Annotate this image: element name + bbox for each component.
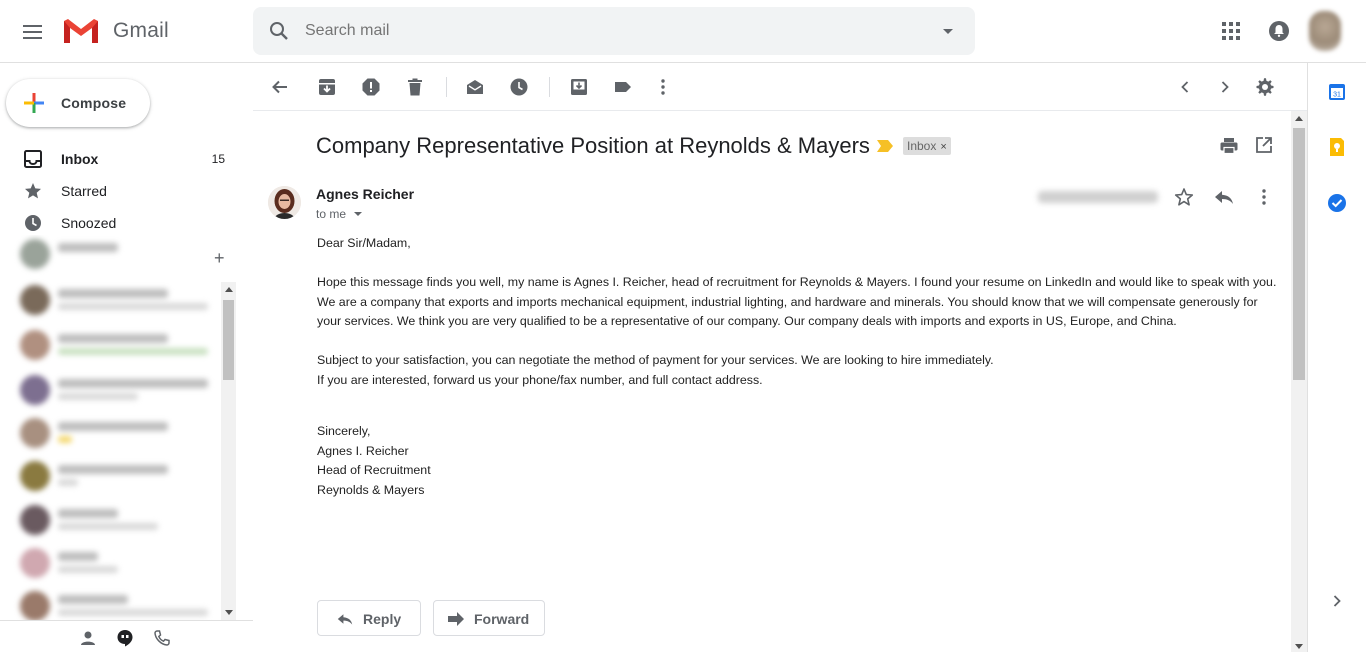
older-message-chevron-left-icon[interactable] [1175,77,1195,97]
email-signature-line: Sincerely, [317,424,371,438]
keep-notes-icon[interactable] [1327,137,1347,157]
sender-photo-icon [268,186,301,219]
gmail-logo-icon[interactable] [62,17,100,45]
email-greeting: Dear Sir/Madam, [317,236,411,250]
message-toolbar [253,63,1307,111]
search-bar[interactable] [253,7,975,55]
search-icon[interactable] [267,19,291,43]
account-avatar[interactable] [1309,11,1341,51]
email-paragraph: Hope this message finds you well, my nam… [317,275,1277,328]
label-tag-icon[interactable] [613,77,633,97]
main-menu-button[interactable] [21,20,45,44]
sidebar-item-label: Snoozed [61,215,117,231]
scroll-down-arrow-icon[interactable] [1295,644,1303,649]
label-chip-inbox[interactable]: Inbox × [903,137,951,155]
side-panel: 31 [1307,63,1366,652]
delete-trash-icon[interactable] [405,77,425,97]
contact-row[interactable] [20,283,220,323]
recipient-summary: to me [316,207,347,221]
email-signature-line: Agnes I. Reicher [317,443,409,458]
forward-button-label: Forward [474,611,530,627]
reply-arrow-icon[interactable] [1213,187,1235,207]
message-date [1038,191,1158,203]
archive-icon[interactable] [317,77,337,97]
snooze-clock-icon[interactable] [509,77,529,97]
scroll-up-arrow-icon[interactable] [225,287,233,292]
contact-row[interactable] [20,416,220,456]
message-more-options-icon[interactable] [1254,187,1274,207]
sender-name[interactable]: Agnes Reicher [316,186,414,202]
contact-row[interactable] [20,373,220,413]
reply-icon [337,614,353,625]
more-options-icon[interactable] [653,77,673,97]
hangouts-contacts-list [0,235,236,620]
star-icon [25,183,41,199]
apps-grid-icon[interactable] [1220,20,1242,42]
email-subject: Company Representative Position at Reyno… [316,133,870,158]
move-to-icon[interactable] [569,77,589,97]
contacts-scrollbar[interactable] [221,282,236,620]
scroll-up-arrow-icon[interactable] [1295,116,1303,121]
search-input[interactable] [305,19,905,43]
print-icon[interactable] [1219,136,1239,156]
newer-message-chevron-right-icon[interactable] [1215,77,1235,97]
sender-avatar[interactable] [268,186,301,219]
email-paragraph: If you are interested, forward us your p… [317,372,763,387]
sidebar-item-label: Starred [61,183,107,199]
reply-button[interactable]: Reply [317,600,421,636]
scroll-thumb[interactable] [1293,128,1305,380]
scroll-down-arrow-icon[interactable] [225,610,233,615]
hangouts-icon[interactable] [116,629,134,647]
email-paragraph: Subject to your satisfaction, you can ne… [317,353,994,367]
email-signature-line: Reynolds & Mayers [317,482,425,497]
message-scrollbar[interactable] [1291,111,1307,652]
expand-panel-chevron-icon[interactable] [1327,591,1347,611]
toolbar-divider [446,77,447,97]
contacts-icon[interactable] [79,629,97,647]
svg-text:31: 31 [1333,92,1341,99]
top-bar: Gmail [0,0,1366,63]
mark-as-unread-icon[interactable] [465,77,485,97]
plus-icon [24,93,44,113]
reply-button-label: Reply [363,611,402,627]
app-name[interactable]: Gmail [113,19,169,43]
show-details-icon[interactable] [354,212,362,216]
notifications-icon[interactable] [1267,19,1291,43]
back-arrow-icon[interactable] [270,77,290,97]
tasks-icon[interactable] [1327,193,1347,213]
email-signature-line: Head of Recruitment [317,463,431,477]
open-in-new-window-icon[interactable] [1255,136,1273,154]
new-conversation-icon[interactable]: + [214,248,225,269]
scroll-thumb[interactable] [223,300,234,380]
compose-button[interactable]: Compose [6,79,150,127]
forward-icon [448,612,464,626]
contact-row[interactable] [20,459,220,499]
sidebar-item-starred[interactable]: Starred [0,175,253,207]
calendar-icon[interactable]: 31 [1327,82,1347,102]
inbox-icon [24,150,42,168]
star-outline-icon[interactable] [1174,187,1194,207]
hangouts-user-row[interactable] [20,237,220,277]
contact-row[interactable] [20,546,220,586]
sidebar-item-label: Inbox [61,151,99,167]
forward-button[interactable]: Forward [433,600,545,636]
unread-count: 15 [211,152,225,166]
hangouts-footer [0,620,253,652]
settings-gear-icon[interactable] [1255,77,1275,97]
search-options-icon[interactable] [943,29,953,34]
important-marker-icon[interactable] [877,140,893,152]
report-spam-icon[interactable] [361,77,381,97]
sidebar-item-inbox[interactable]: Inbox 15 [0,143,253,175]
remove-label-icon[interactable]: × [940,141,946,153]
contact-row[interactable] [20,589,220,620]
compose-label: Compose [61,95,127,111]
contact-row[interactable] [20,328,220,368]
clock-icon [25,215,41,231]
label-chip-text: Inbox [907,139,937,153]
email-body: Dear Sir/Madam, Hope this message finds … [317,234,1282,500]
contact-row[interactable] [20,503,220,543]
toolbar-divider [549,77,550,97]
phone-icon[interactable] [153,629,171,647]
